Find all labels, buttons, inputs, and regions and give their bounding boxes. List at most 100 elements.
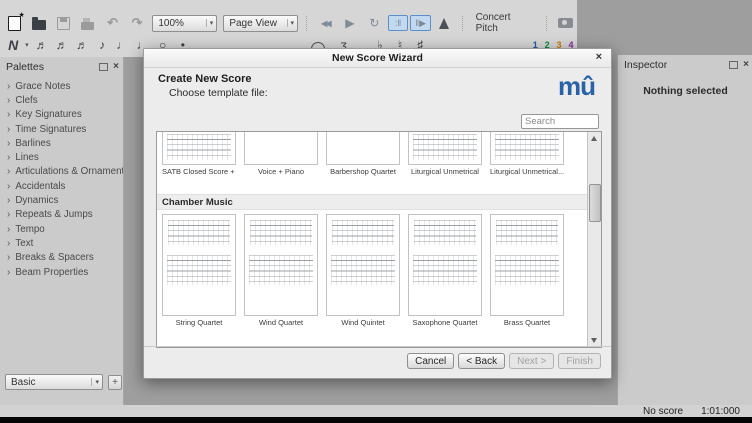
close-icon[interactable]: × bbox=[113, 62, 119, 72]
concert-pitch-toggle[interactable]: Concert Pitch bbox=[470, 12, 541, 34]
scroll-up-icon[interactable] bbox=[591, 136, 597, 141]
note-input-icon[interactable]: N bbox=[4, 35, 22, 55]
palette-item-label: Articulations & Ornaments bbox=[15, 166, 123, 177]
template-list-scrollbar[interactable] bbox=[587, 132, 601, 347]
play-icon: ▶ bbox=[345, 16, 354, 30]
back-button[interactable]: < Back bbox=[458, 353, 505, 369]
template-card[interactable]: SATB Closed Score + Piano bbox=[162, 132, 236, 176]
template-thumbnail bbox=[490, 132, 564, 165]
redo-button[interactable]: ↷ bbox=[126, 14, 149, 32]
template-thumbnail bbox=[408, 214, 482, 316]
template-card[interactable]: Liturgical Unmetrical bbox=[408, 132, 482, 176]
dialog-buttons: Cancel < Back Next > Finish bbox=[407, 353, 601, 369]
palette-item[interactable]: Barlines bbox=[0, 136, 123, 150]
palettes-header: Palettes × bbox=[0, 57, 123, 75]
template-card[interactable]: Saxophone Quartet bbox=[408, 214, 482, 327]
finish-button[interactable]: Finish bbox=[558, 353, 601, 369]
workspace-select[interactable]: Basic ▾ bbox=[5, 374, 103, 390]
palette-item-label: Lines bbox=[15, 152, 38, 163]
dropdown-caret-icon[interactable]: ▾ bbox=[22, 35, 31, 55]
palette-item[interactable]: Time Signatures bbox=[0, 122, 123, 136]
image-capture-button[interactable] bbox=[554, 14, 577, 32]
palette-item[interactable]: Grace Notes bbox=[0, 79, 123, 93]
view-mode-select[interactable]: Page View ▾ bbox=[223, 15, 298, 32]
save-icon bbox=[57, 17, 70, 30]
toolbar-separator bbox=[306, 16, 308, 31]
palette-item[interactable]: Accidentals bbox=[0, 179, 123, 193]
chevron-down-icon: ▾ bbox=[91, 378, 99, 386]
template-thumbnail bbox=[326, 214, 400, 316]
template-label: Liturgical Unmetrical... bbox=[490, 167, 564, 176]
scrollbar-thumb[interactable] bbox=[589, 184, 601, 222]
undo-button[interactable]: ↶ bbox=[101, 14, 124, 32]
play-repeats-button[interactable]: :‖ bbox=[388, 15, 409, 31]
palette-item[interactable]: Clefs bbox=[0, 93, 123, 107]
chevron-down-icon: ▾ bbox=[287, 19, 295, 27]
template-label: Brass Quartet bbox=[490, 318, 564, 327]
note-64th-icon[interactable]: ♬ bbox=[32, 35, 52, 55]
template-thumbnail bbox=[162, 214, 236, 316]
pan-playback-button[interactable]: ‖▶ bbox=[410, 15, 431, 31]
close-icon[interactable]: × bbox=[743, 60, 749, 70]
search-input[interactable] bbox=[521, 114, 599, 129]
palette-list: Grace Notes Clefs Key Signatures Time Si… bbox=[0, 79, 123, 279]
new-score-button[interactable] bbox=[3, 14, 26, 32]
template-card[interactable]: Wind Quartet bbox=[244, 214, 318, 327]
palette-item[interactable]: Tempo bbox=[0, 222, 123, 236]
palette-item-label: Beam Properties bbox=[15, 267, 88, 278]
dialog-subheading: Choose template file: bbox=[169, 87, 268, 99]
template-card[interactable]: Barbershop Quartet bbox=[326, 132, 400, 176]
template-card[interactable]: Voice + Piano bbox=[244, 132, 318, 176]
template-label: Wind Quintet bbox=[326, 318, 400, 327]
next-button[interactable]: Next > bbox=[509, 353, 554, 369]
template-card[interactable]: Wind Quintet bbox=[326, 214, 400, 327]
open-folder-icon bbox=[32, 20, 46, 30]
metronome-button[interactable] bbox=[433, 14, 456, 32]
bottom-border bbox=[0, 417, 752, 423]
add-workspace-button[interactable]: + bbox=[108, 375, 122, 390]
dialog-close-button[interactable]: × bbox=[596, 52, 602, 63]
zoom-select[interactable]: 100% ▾ bbox=[152, 15, 217, 32]
dialog-titlebar[interactable]: New Score Wizard × bbox=[144, 49, 611, 68]
template-card[interactable]: Liturgical Unmetrical... bbox=[490, 132, 564, 176]
template-label: SATB Closed Score + Piano bbox=[162, 167, 236, 176]
print-icon bbox=[81, 22, 94, 30]
palette-item[interactable]: Breaks & Spacers bbox=[0, 251, 123, 265]
note-eighth-icon[interactable]: ♪ bbox=[92, 35, 112, 55]
undock-icon[interactable] bbox=[99, 63, 108, 71]
template-label: Saxophone Quartet bbox=[408, 318, 482, 327]
staff-preview bbox=[495, 134, 559, 160]
palette-item[interactable]: Lines bbox=[0, 150, 123, 164]
template-thumbnail bbox=[162, 132, 236, 165]
inspector-header: Inspector × bbox=[618, 55, 752, 73]
template-label: Voice + Piano bbox=[244, 167, 318, 176]
loop-playback-button[interactable]: ↻ bbox=[363, 14, 386, 32]
palette-item[interactable]: Text bbox=[0, 236, 123, 250]
staff-preview bbox=[496, 220, 558, 245]
template-card[interactable]: String Quartet bbox=[162, 214, 236, 327]
palette-item[interactable]: Repeats & Jumps bbox=[0, 208, 123, 222]
undock-icon[interactable] bbox=[729, 61, 738, 69]
palette-item[interactable]: Articulations & Ornaments bbox=[0, 165, 123, 179]
play-button[interactable]: ▶ bbox=[339, 14, 362, 32]
note-16th-icon[interactable]: ♬ bbox=[72, 35, 92, 55]
palette-item[interactable]: Key Signatures bbox=[0, 108, 123, 122]
inspector-title: Inspector bbox=[624, 59, 729, 71]
rewind-button[interactable]: ◀◀ bbox=[314, 14, 337, 32]
palette-item[interactable]: Dynamics bbox=[0, 193, 123, 207]
print-button[interactable] bbox=[77, 14, 100, 32]
template-label: Wind Quartet bbox=[244, 318, 318, 327]
musescore-window: ↶ ↷ 100% ▾ Page View ▾ ◀◀ ▶ ↻ :‖ ‖▶ Conc… bbox=[0, 0, 752, 423]
scroll-down-icon[interactable] bbox=[591, 338, 597, 343]
note-32nd-icon[interactable]: ♬ bbox=[52, 35, 72, 55]
template-card[interactable]: Brass Quartet bbox=[490, 214, 564, 327]
cancel-button[interactable]: Cancel bbox=[407, 353, 454, 369]
palette-item-label: Breaks & Spacers bbox=[15, 252, 93, 263]
open-file-button[interactable] bbox=[28, 14, 51, 32]
camera-icon bbox=[558, 18, 573, 28]
section-header: Chamber Music bbox=[157, 194, 601, 210]
save-button[interactable] bbox=[52, 14, 75, 32]
staff-preview bbox=[249, 255, 313, 285]
note-quarter-icon[interactable]: ♩ bbox=[112, 35, 132, 55]
palette-item[interactable]: Beam Properties bbox=[0, 265, 123, 279]
